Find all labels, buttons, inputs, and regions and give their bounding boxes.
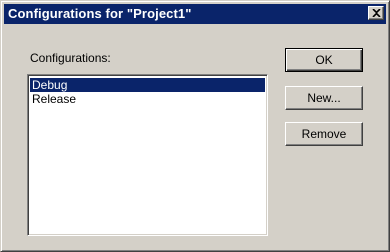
remove-button[interactable]: Remove (285, 122, 363, 146)
list-item-debug[interactable]: Debug (30, 78, 265, 92)
ok-button[interactable]: OK (285, 48, 363, 72)
title-bar[interactable]: Configurations for "Project1" (4, 4, 386, 24)
configurations-listbox[interactable]: Debug Release (27, 74, 268, 236)
list-item-release[interactable]: Release (30, 92, 265, 106)
close-icon (372, 9, 381, 17)
close-button[interactable] (368, 6, 384, 20)
new-button[interactable]: New... (285, 86, 363, 110)
configurations-label: Configurations: (30, 51, 111, 65)
configurations-dialog: Configurations for "Project1" Configurat… (0, 0, 390, 252)
window-title: Configurations for "Project1" (8, 6, 192, 21)
